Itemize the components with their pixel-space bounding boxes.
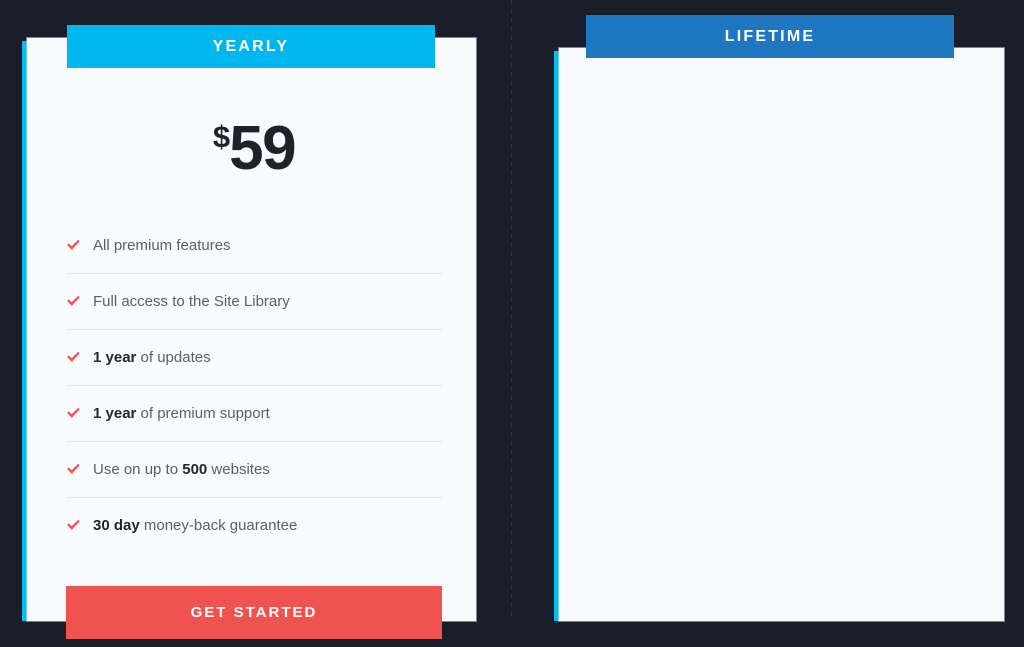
list-item: 1 year of premium support [66,386,442,442]
feature-text: Use on up to 500 websites [93,460,270,478]
check-icon [67,463,80,474]
list-item: 1 year of updates [66,330,442,386]
list-item: Full access to the Site Library [66,274,442,330]
feature-text: Full access to the Site Library [93,292,290,310]
get-started-button[interactable]: GET STARTED [66,586,442,639]
plan-name: YEARLY [212,37,290,55]
card-header-yearly: YEARLY [67,25,435,68]
feature-list: All premium features Full access to the … [66,218,442,553]
feature-text: 1 year of updates [93,348,211,366]
check-icon [67,295,80,306]
column-divider [511,0,512,621]
price: $59 [66,68,442,218]
list-item: All premium features [66,218,442,274]
card-header-lifetime: LIFETIME [586,15,954,58]
card-content: $59 All premium features Full access to … [66,68,442,639]
check-icon [67,519,80,530]
check-icon [67,407,80,418]
check-icon [67,351,80,362]
feature-text: 1 year of premium support [93,404,270,422]
list-item: 30 day money-back guarantee [66,498,442,553]
plan-name: LIFETIME [724,27,816,45]
price-currency: $ [212,119,230,154]
feature-text: All premium features [93,236,231,254]
card-body [559,48,1004,621]
list-item: Use on up to 500 websites [66,442,442,498]
feature-text: 30 day money-back guarantee [93,516,298,534]
price-amount: 59 [229,114,296,183]
check-icon [67,239,80,250]
